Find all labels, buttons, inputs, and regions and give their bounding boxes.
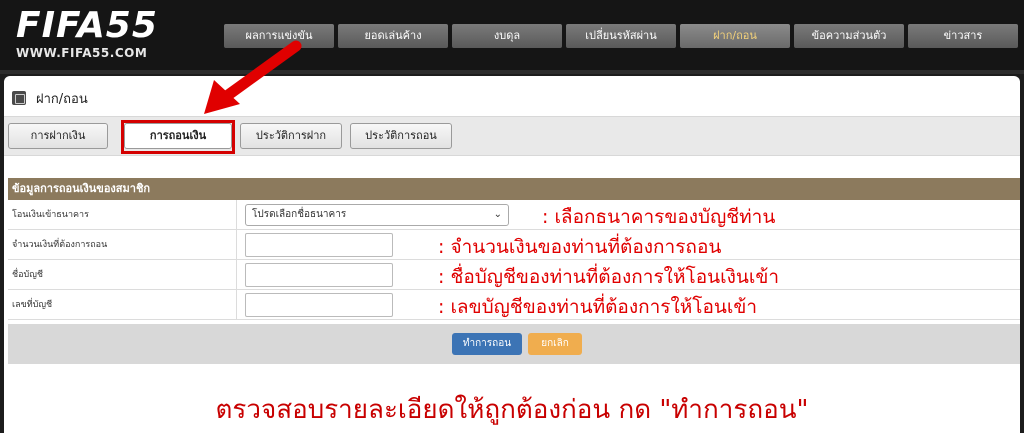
form-header: ข้อมูลการถอนเงินของสมาชิก: [8, 178, 1020, 200]
nav-private-messages[interactable]: ข้อความส่วนตัว: [794, 24, 904, 48]
bank-select[interactable]: โปรดเลือกชื่อธนาคาร ⌄: [245, 204, 509, 226]
amount-label: จำนวนเงินที่ต้องการถอน: [12, 230, 237, 260]
account-number-input[interactable]: [245, 293, 393, 317]
section-icon: [12, 91, 26, 105]
logo-text: FIFA55: [16, 5, 158, 46]
nav-deposit-withdraw[interactable]: ฝาก/ถอน: [680, 24, 790, 48]
page-title: ฝาก/ถอน: [36, 91, 88, 107]
nav-news[interactable]: ข่าวสาร: [908, 24, 1018, 48]
arrow-shaft: [218, 40, 302, 104]
tab-bar: การฝากเงิน การถอนเงิน ประวัติการฝาก ประว…: [4, 116, 1020, 156]
header-divider: [0, 70, 1024, 74]
row-bank: โอนเงินเข้าธนาคาร โปรดเลือกชื่อธนาคาร ⌄: [8, 200, 1020, 230]
amount-input[interactable]: [245, 233, 393, 257]
form-actions: ทำการถอน ยกเลิก: [8, 324, 1020, 364]
chevron-down-icon: ⌄: [493, 209, 502, 220]
nav-balance-sheet[interactable]: งบดุล: [452, 24, 562, 48]
note-account-name: : ชื่อบัญชีของท่านที่ต้องการให้โอนเงินเข…: [438, 266, 779, 288]
red-arrow-icon: [204, 40, 302, 114]
tab-withdraw[interactable]: การถอนเงิน: [124, 123, 232, 149]
tab-deposit[interactable]: การฝากเงิน: [8, 123, 108, 149]
note-account-number: : เลขบัญชีของท่านที่ต้องการให้โอนเข้า: [438, 296, 758, 318]
account-number-label: เลขที่บัญชี: [12, 290, 237, 320]
note-amount: : จำนวนเงินของท่านที่ต้องการถอน: [438, 236, 722, 258]
nav-change-password[interactable]: เปลี่ยนรหัสผ่าน: [566, 24, 676, 48]
main-nav: ผลการแข่งขัน ยอดเล่นค้าง งบดุล เปลี่ยนรห…: [224, 24, 1018, 48]
logo-url: WWW.FIFA55.COM: [16, 46, 148, 60]
instruction-text: ตรวจสอบรายละเอียดให้ถูกต้องก่อน กด "ทำกา…: [215, 395, 809, 425]
account-name-label: ชื่อบัญชี: [12, 260, 237, 290]
cancel-button[interactable]: ยกเลิก: [528, 333, 582, 355]
tab-deposit-history[interactable]: ประวัติการฝาก: [240, 123, 342, 149]
tab-withdraw-history[interactable]: ประวัติการถอน: [350, 123, 452, 149]
bank-select-value: โปรดเลือกชื่อธนาคาร: [252, 209, 347, 220]
fifa55-logo[interactable]: FIFA55 WWW.FIFA55.COM: [16, 6, 166, 64]
page-title-row: ฝาก/ถอน: [12, 88, 88, 108]
site-header: FIFA55 WWW.FIFA55.COM ผลการแข่งขัน ยอดเล…: [0, 0, 1024, 74]
bank-label: โอนเงินเข้าธนาคาร: [12, 200, 237, 230]
content-panel: ฝาก/ถอน การฝากเงิน การถอนเงิน ประวัติการ…: [4, 76, 1020, 433]
nav-outstanding-bets[interactable]: ยอดเล่นค้าง: [338, 24, 448, 48]
withdraw-submit-button[interactable]: ทำการถอน: [452, 333, 522, 355]
note-bank: : เลือกธนาคารของบัญชีท่าน: [542, 206, 776, 228]
account-name-input[interactable]: [245, 263, 393, 287]
